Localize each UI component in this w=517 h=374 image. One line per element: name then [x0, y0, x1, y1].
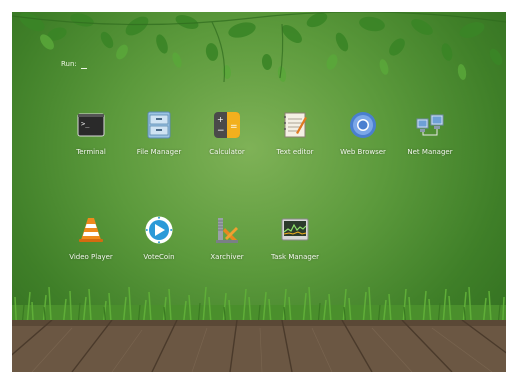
network-computers-icon	[416, 114, 444, 136]
app-label: Text editor	[276, 148, 314, 156]
app-text-editor[interactable]: Text editor	[260, 111, 330, 161]
app-file-manager[interactable]: File Manager	[124, 111, 194, 161]
app-label: VoteCoin	[143, 253, 175, 261]
svg-text:+: +	[217, 115, 224, 124]
archive-clamp-icon	[216, 218, 238, 243]
desktop: Run: >_ Terminal File Manager + − = Calc	[12, 12, 506, 372]
app-label: Calculator	[209, 148, 245, 156]
svg-text:>_: >_	[81, 120, 90, 128]
file-cabinet-icon	[147, 111, 171, 139]
app-xarchiver[interactable]: Xarchiver	[192, 216, 262, 266]
app-task-manager[interactable]: Task Manager	[260, 216, 330, 266]
app-label: Video Player	[69, 253, 113, 261]
leaves-decoration	[12, 12, 506, 83]
run-input[interactable]	[81, 68, 87, 69]
traffic-cone-icon	[79, 218, 103, 242]
app-label: Xarchiver	[210, 253, 244, 261]
svg-text:=: =	[230, 122, 238, 132]
run-label: Run:	[61, 60, 77, 68]
notepad-icon	[284, 112, 307, 138]
calculator-icon: + − =	[214, 112, 240, 138]
app-label: Task Manager	[270, 253, 319, 261]
app-net-manager[interactable]: Net Manager	[395, 111, 465, 161]
wooden-floor-decoration	[12, 320, 506, 372]
app-web-browser[interactable]: Web Browser	[328, 111, 398, 161]
app-label: Terminal	[76, 148, 106, 156]
chromium-icon	[350, 112, 376, 138]
app-terminal[interactable]: >_ Terminal	[56, 111, 126, 161]
system-monitor-icon	[281, 218, 309, 241]
terminal-icon: >_	[77, 113, 105, 137]
app-label: Net Manager	[407, 148, 453, 156]
votecoin-icon	[145, 216, 173, 244]
app-label: File Manager	[136, 148, 182, 156]
svg-text:−: −	[217, 126, 225, 136]
app-votecoin[interactable]: VoteCoin	[124, 216, 194, 266]
app-calculator[interactable]: + − = Calculator	[192, 111, 262, 161]
app-label: Web Browser	[340, 148, 386, 156]
app-video-player[interactable]: Video Player	[56, 216, 126, 266]
